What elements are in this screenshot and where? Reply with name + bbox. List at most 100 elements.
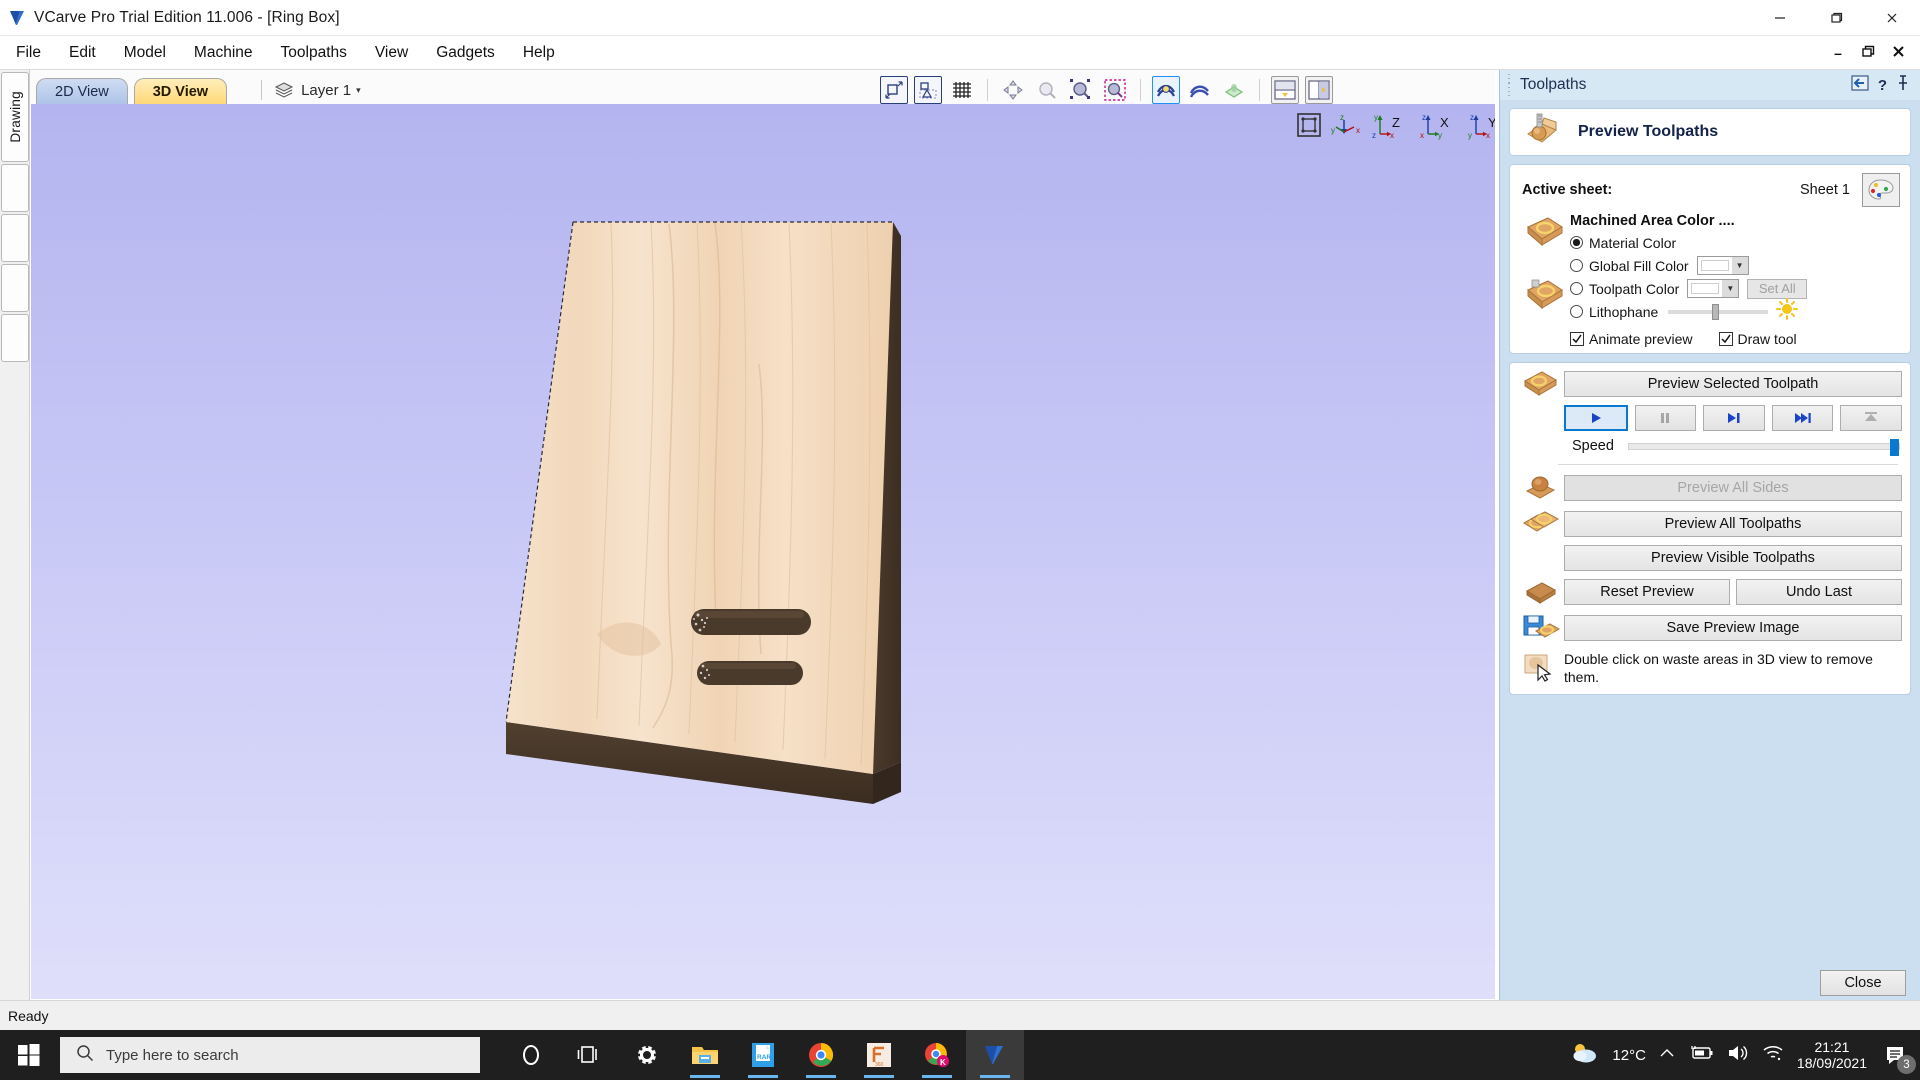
battery-charging-icon[interactable] bbox=[1688, 1045, 1714, 1066]
system-tray: 12°C 21:21 18/09/2021 3 bbox=[1571, 1039, 1920, 1074]
menu-bar: File Edit Model Machine Toolpaths View G… bbox=[0, 36, 1920, 70]
split-horizontal-icon[interactable] bbox=[1271, 76, 1299, 104]
fast-forward-button[interactable] bbox=[1771, 405, 1834, 431]
draw-tool-checkbox[interactable] bbox=[1718, 332, 1733, 346]
window-title: VCarve Pro Trial Edition 11.006 - [Ring … bbox=[34, 8, 340, 26]
collapse-panel-icon[interactable] bbox=[1851, 74, 1869, 96]
set-all-button[interactable]: Set All bbox=[1747, 278, 1808, 299]
scale-to-fit-icon[interactable] bbox=[880, 76, 908, 104]
windows-start-icon[interactable] bbox=[0, 1030, 58, 1080]
windows-taskbar: Type here to search RAR 360 K 12°C 21:21… bbox=[0, 1030, 1920, 1080]
radio-label: Material Color bbox=[1589, 234, 1677, 251]
pause-button[interactable] bbox=[1634, 405, 1697, 431]
radio-toolpath-color[interactable]: Toolpath Color ▼ Set All bbox=[1570, 277, 1900, 300]
mdi-minimize-button[interactable]: – bbox=[1830, 45, 1846, 61]
ring-box-board[interactable] bbox=[501, 214, 1021, 914]
x-view-icon[interactable]: z x y X bbox=[1420, 112, 1460, 147]
sidebar-item-blank-3[interactable] bbox=[1, 264, 29, 312]
split-vertical-icon[interactable] bbox=[1305, 76, 1333, 104]
radio-indicator bbox=[1570, 259, 1583, 272]
global-fill-color-picker[interactable]: ▼ bbox=[1696, 256, 1749, 275]
lithophane-brightness-slider[interactable] bbox=[1668, 303, 1769, 320]
toolpath-color-picker[interactable]: ▼ bbox=[1687, 279, 1740, 298]
menu-file[interactable]: File bbox=[4, 40, 53, 66]
preview-visible-toolpaths-button[interactable]: Preview Visible Toolpaths bbox=[1564, 545, 1902, 571]
animate-preview-checkbox[interactable] bbox=[1570, 332, 1584, 346]
menu-help[interactable]: Help bbox=[511, 40, 567, 66]
task-view-icon[interactable] bbox=[560, 1030, 618, 1080]
chevron-down-icon[interactable]: ▼ bbox=[1722, 280, 1739, 297]
slider-thumb[interactable] bbox=[1712, 303, 1720, 320]
chrome-icon[interactable] bbox=[792, 1030, 850, 1080]
zoom-to-selection-icon[interactable] bbox=[1033, 76, 1061, 104]
save-preview-image-button[interactable]: Save Preview Image bbox=[1564, 615, 1902, 641]
iso-view-icon[interactable]: z y x bbox=[1330, 112, 1364, 147]
tab-3d-view[interactable]: 3D View bbox=[133, 78, 228, 104]
close-button[interactable] bbox=[1864, 0, 1920, 36]
menu-edit[interactable]: Edit bbox=[57, 40, 108, 66]
step-forward-button[interactable] bbox=[1703, 405, 1765, 431]
color-palette-icon[interactable] bbox=[1862, 173, 1900, 207]
snap-to-objects-icon[interactable] bbox=[914, 76, 942, 104]
menu-toolpaths[interactable]: Toolpaths bbox=[269, 40, 359, 66]
preview-selected-toolpath-button[interactable]: Preview Selected Toolpath bbox=[1564, 371, 1902, 397]
pin-icon[interactable] bbox=[1896, 74, 1910, 96]
menu-gadgets[interactable]: Gadgets bbox=[424, 40, 507, 66]
mdi-restore-button[interactable] bbox=[1860, 45, 1876, 61]
transport-controls bbox=[1564, 405, 1902, 431]
zoom-to-selected-icon[interactable] bbox=[1101, 76, 1129, 104]
layer-selector[interactable]: Layer 1 ▾ bbox=[261, 78, 361, 104]
notifications-icon[interactable]: 3 bbox=[1880, 1039, 1916, 1074]
taskbar-clock[interactable]: 21:21 18/09/2021 bbox=[1797, 1039, 1867, 1071]
speed-slider[interactable] bbox=[1627, 438, 1900, 456]
chevron-down-icon[interactable]: ▼ bbox=[1731, 257, 1748, 274]
volume-icon[interactable] bbox=[1727, 1044, 1749, 1067]
minimize-button[interactable] bbox=[1752, 0, 1808, 36]
fusion360-icon[interactable]: 360 bbox=[850, 1030, 908, 1080]
wifi-icon[interactable] bbox=[1762, 1044, 1784, 1067]
winrar-icon[interactable]: RAR bbox=[734, 1030, 792, 1080]
weather-partly-cloudy-icon[interactable] bbox=[1571, 1041, 1599, 1070]
sidebar-item-blank-4[interactable] bbox=[1, 314, 29, 362]
maximize-button[interactable] bbox=[1808, 0, 1864, 36]
play-button[interactable] bbox=[1564, 405, 1628, 431]
dock-grip[interactable] bbox=[1504, 73, 1514, 97]
3d-viewport[interactable]: z y x y z x Z z x y X z y x Y bbox=[31, 104, 1495, 999]
chevron-down-icon[interactable]: ▾ bbox=[356, 85, 361, 96]
z-view-icon[interactable]: y z x Z bbox=[1372, 112, 1412, 147]
menu-machine[interactable]: Machine bbox=[182, 40, 265, 66]
toggle-toolpath-icon[interactable] bbox=[1186, 76, 1214, 104]
search-input[interactable]: Type here to search bbox=[60, 1037, 480, 1073]
slider-thumb[interactable] bbox=[1890, 438, 1899, 456]
undo-last-button[interactable]: Undo Last bbox=[1736, 579, 1902, 605]
mdi-close-button[interactable] bbox=[1890, 45, 1906, 61]
tab-2d-view[interactable]: 2D View bbox=[36, 78, 128, 104]
sidebar-item-blank-2[interactable] bbox=[1, 214, 29, 262]
preview-all-toolpaths-button[interactable]: Preview All Toolpaths bbox=[1564, 511, 1902, 537]
sidebar-item-drawing[interactable]: Drawing bbox=[1, 72, 29, 162]
model-preview-icon[interactable] bbox=[1220, 76, 1248, 104]
y-view-icon[interactable]: z y x Y bbox=[1468, 112, 1495, 147]
finish-button[interactable] bbox=[1840, 405, 1902, 431]
chevron-up-icon[interactable] bbox=[1659, 1046, 1675, 1065]
cortana-icon[interactable] bbox=[502, 1030, 560, 1080]
menu-model[interactable]: Model bbox=[112, 40, 178, 66]
sidebar-item-blank-1[interactable] bbox=[1, 164, 29, 212]
radio-global-fill-color[interactable]: Global Fill Color ▼ bbox=[1570, 254, 1900, 277]
grid-icon[interactable] bbox=[948, 76, 976, 104]
radio-material-color[interactable]: Material Color bbox=[1570, 231, 1900, 254]
radio-lithophane[interactable]: Lithophane bbox=[1570, 298, 1900, 323]
help-icon[interactable]: ? bbox=[1878, 77, 1887, 94]
pan-view-icon[interactable] bbox=[999, 76, 1027, 104]
fit-view-icon[interactable] bbox=[1296, 112, 1322, 143]
file-explorer-icon[interactable] bbox=[676, 1030, 734, 1080]
reset-preview-button[interactable]: Reset Preview bbox=[1564, 579, 1730, 605]
preview-all-sides-button[interactable]: Preview All Sides bbox=[1564, 475, 1902, 501]
vcarve-icon[interactable] bbox=[966, 1030, 1024, 1080]
close-panel-button[interactable]: Close bbox=[1820, 970, 1906, 996]
zoom-to-drawing-icon[interactable] bbox=[1067, 76, 1095, 104]
twist-toolpath-icon[interactable] bbox=[1152, 76, 1180, 104]
settings-gear-icon[interactable] bbox=[618, 1030, 676, 1080]
chrome-kaspersky-icon[interactable]: K bbox=[908, 1030, 966, 1080]
menu-view[interactable]: View bbox=[363, 40, 420, 66]
